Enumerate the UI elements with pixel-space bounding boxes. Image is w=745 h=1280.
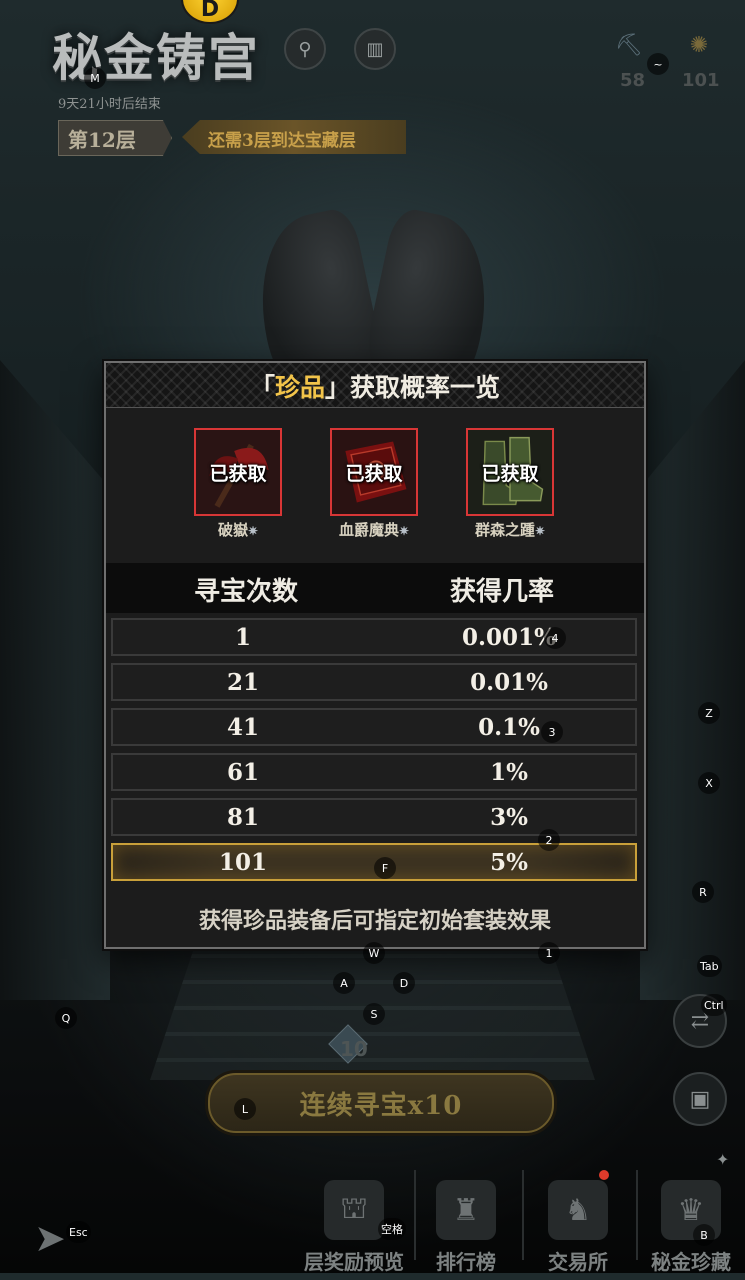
row-rate: 5% [490,849,528,876]
bag-button[interactable]: ▣ [673,1072,727,1126]
column-header-count: 寻宝次数 [193,577,298,607]
notification-dot [599,1170,609,1180]
key-hint-x: X [698,772,720,794]
star-icon: ✷ [247,524,259,538]
search-x10-button[interactable]: 连续寻宝x10 [208,1073,554,1133]
floor-label: 第12层 [68,128,136,152]
title-bracket-open: 「 [249,373,275,402]
table-row: 61 1% [111,753,637,791]
event-timer: 9天21小时后结束 [58,97,161,112]
background-wall-left [0,360,110,1000]
key-hint-4: 4 [544,627,566,649]
key-hint-2: 2 [538,829,560,851]
key-hint-l: L [234,1098,256,1120]
table-row: 81 3% [111,798,637,836]
key-hint-3: 3 [541,721,563,743]
trophy-icon: ♜ [436,1180,496,1240]
row-rate: 0.01% [470,669,548,696]
hint-text: 还需3层到达宝藏层 [208,131,356,151]
item-name-tome: 血爵魔典✷ [338,521,410,539]
key-hint-tilde: ~ [647,53,669,75]
row-count: 21 [226,669,259,696]
key-hint-esc: Esc [66,1221,91,1243]
title-suffix: 」获取概率一览 [325,373,501,402]
item-card-boots[interactable]: 已获取 [466,428,554,516]
key-hint-1: 1 [538,942,560,964]
star-icon: ✷ [534,524,546,538]
key-hint-q: Q [55,1007,77,1029]
key-hint-b: B [693,1224,715,1246]
table-row: 21 0.01% [111,663,637,701]
acquired-label: 已获取 [481,462,539,485]
book-icon-button[interactable]: ▥ [354,28,396,70]
star-icon: ✷ [398,524,410,538]
item-card-axe[interactable]: 已获取 [194,428,282,516]
nav-label: 排行榜 [436,1250,496,1274]
key-hint-z: Z [698,702,720,724]
item-card-tome[interactable]: 已获取 [330,428,418,516]
acquired-label: 已获取 [209,462,267,485]
compass-count: 101 [682,70,720,91]
key-hint-s: S [363,1003,385,1025]
key-hint-r: R [692,881,714,903]
key-hint-m: M [84,67,106,89]
book-icon: ▥ [366,38,384,60]
key-hint-ctrl: Ctrl [701,994,727,1016]
compass-icon[interactable]: ✺ [682,28,716,62]
pickaxe-count: 58 [620,70,646,91]
item-name-boots: 群森之踵✷ [474,521,546,539]
key-hint-space: 空格 [378,1218,406,1240]
key-hint-d: D [393,972,415,994]
row-count: 61 [226,759,259,786]
panel-footnote: 获得珍品装备后可指定初始套装效果 [198,908,551,934]
search-x10-label: 连续寻宝x10 [299,1090,463,1121]
column-header-rate: 获得几率 [449,577,554,607]
nav-label: 秘金珍藏 [651,1250,731,1274]
key-hint-a: A [333,972,355,994]
search-icon: ⚲ [298,38,312,60]
row-rate: 3% [490,804,528,831]
row-count: 81 [226,804,259,831]
acquired-label: 已获取 [345,462,403,485]
item-name-axe: 破嶽✷ [217,521,259,539]
panel-title: 「珍品」获取概率一览 [106,368,644,404]
row-rate: 0.1% [478,714,540,741]
key-hint-w: W [363,942,385,964]
row-count: 101 [218,849,267,876]
table-header: 寻宝次数 获得几率 [106,563,644,613]
key-hint-f: F [374,857,396,879]
background-wall-right [640,360,745,1000]
pickaxe-icon[interactable]: ⛏ [612,28,646,62]
treasure-chest-icon: ⛫ [324,1180,384,1240]
search-icon-button[interactable]: ⚲ [284,28,326,70]
sparkle-icon: ✦ [716,1150,730,1169]
row-rate: 0.001% [462,624,556,651]
search-cost-count: 10 [340,1037,368,1061]
table-row-current: 101 5% [111,843,637,881]
row-count: 41 [226,714,259,741]
row-rate: 1% [490,759,528,786]
nav-label: 层奖励预览 [304,1250,404,1274]
row-count: 1 [234,624,251,651]
merchant-icon: ♞ [548,1180,608,1240]
nav-label: 交易所 [548,1250,608,1274]
nav-exchange[interactable]: ♞ 交易所 [524,1180,632,1280]
nav-collection[interactable]: ♛ 秘金珍藏 [637,1180,745,1280]
key-hint-tab: Tab [697,955,722,977]
back-arrow-icon[interactable]: ➤ [34,1216,66,1260]
nav-leaderboard[interactable]: ♜ 排行榜 [412,1180,520,1280]
title-highlight: 珍品 [274,373,325,402]
bag-icon: ▣ [689,1086,711,1112]
